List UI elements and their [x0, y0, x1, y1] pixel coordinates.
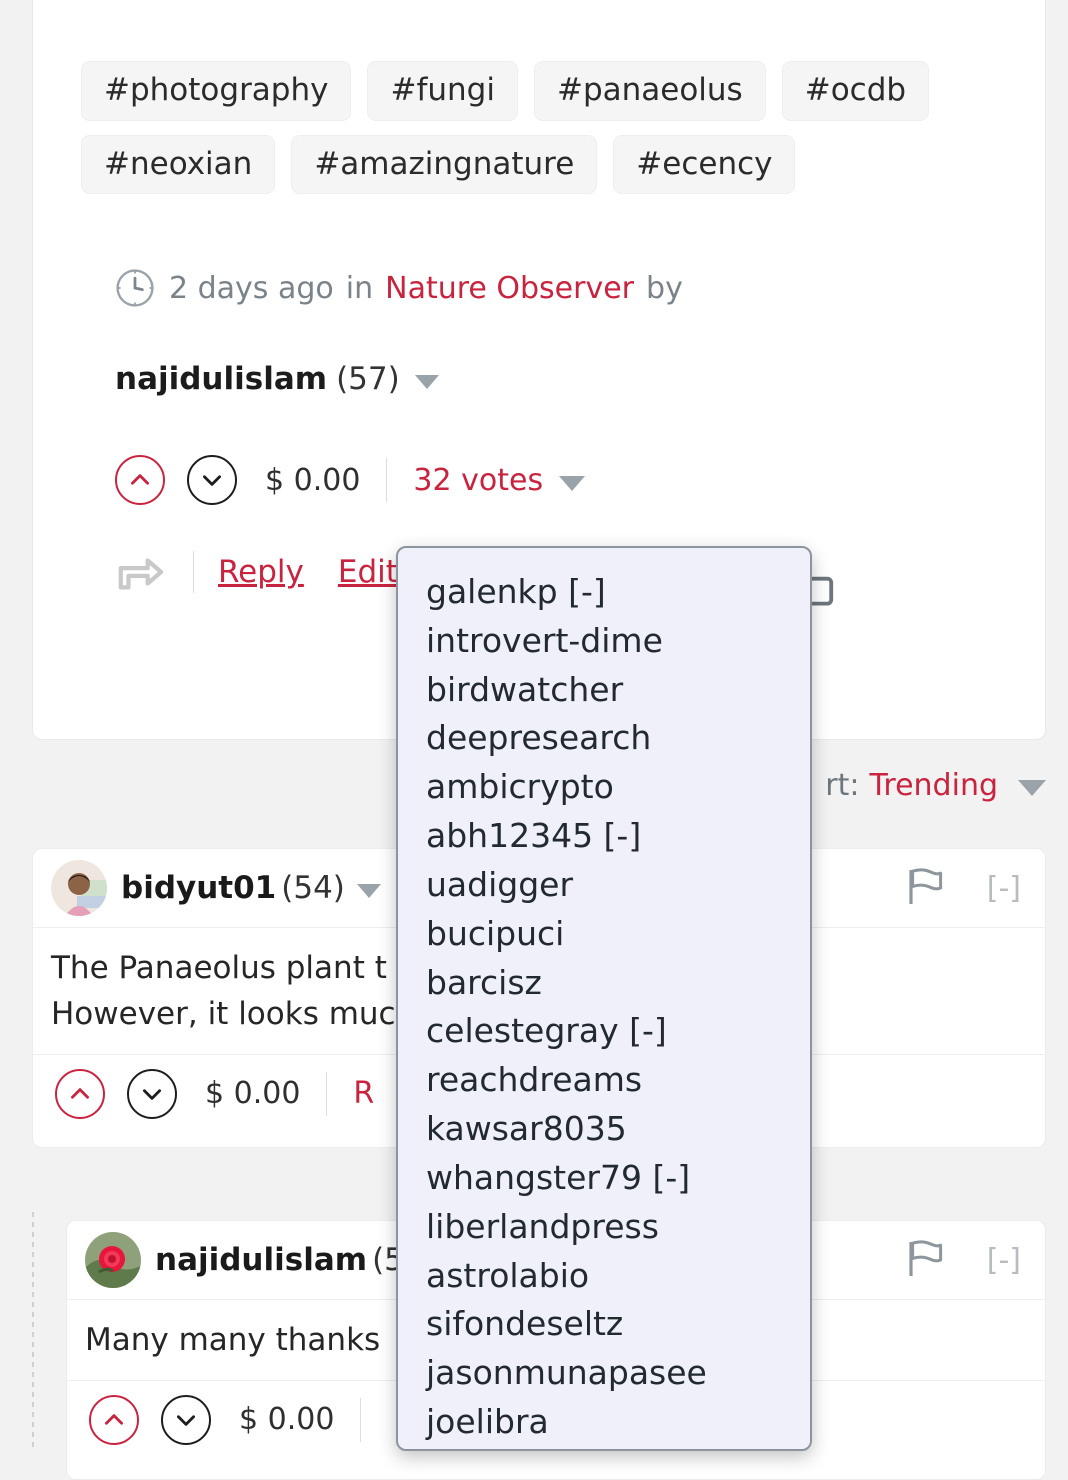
voter-item[interactable]: priyanarc — [426, 1447, 810, 1449]
sort-label: rt: — [825, 768, 860, 803]
voter-item[interactable]: celestegray [-] — [426, 1007, 810, 1056]
author-name[interactable]: najidulislam — [115, 361, 327, 397]
clock-icon — [113, 266, 157, 310]
avatar-najidulislam[interactable] — [85, 1232, 141, 1288]
chevron-down-icon[interactable] — [356, 884, 381, 898]
voter-item[interactable]: reachdreams — [426, 1056, 810, 1105]
voter-item[interactable]: joelibra — [426, 1398, 810, 1447]
flag-icon[interactable] — [907, 866, 943, 910]
collapse-toggle[interactable]: [-] — [987, 871, 1021, 906]
voter-item[interactable]: kawsar8035 — [426, 1105, 810, 1154]
downvote-button[interactable] — [187, 455, 237, 505]
voter-item[interactable]: deepresearch — [426, 714, 810, 763]
community-link[interactable]: Nature Observer — [385, 271, 634, 306]
comment-author-reputation: (54) — [281, 870, 345, 906]
tag-chip[interactable]: #fungi — [367, 61, 518, 121]
upvote-button[interactable] — [115, 455, 165, 505]
downvote-button[interactable] — [161, 1394, 211, 1445]
voter-item[interactable]: bucipuci — [426, 910, 810, 959]
upvote-button[interactable] — [55, 1068, 105, 1119]
tag-chip[interactable]: #photography — [81, 61, 352, 121]
voter-item[interactable]: abh12345 [-] — [426, 812, 810, 861]
downvote-button[interactable] — [127, 1068, 177, 1119]
reply-button[interactable]: Reply — [218, 554, 304, 590]
collapse-toggle[interactable]: [-] — [987, 1243, 1021, 1278]
voter-item[interactable]: whangster79 [-] — [426, 1154, 810, 1203]
tag-chip[interactable]: #amazingnature — [291, 134, 598, 195]
votes-chevron-down-icon[interactable] — [559, 475, 586, 491]
avatar-bidyut01[interactable] — [51, 860, 107, 916]
comment-header-actions: [-] — [907, 1238, 1021, 1282]
voter-item[interactable]: ambicrypto — [426, 763, 810, 812]
flag-icon[interactable] — [907, 1238, 943, 1282]
sort-value[interactable]: Trending — [870, 768, 999, 803]
comment-header-actions: [-] — [907, 866, 1021, 910]
sort-control[interactable]: rt: Trending — [825, 768, 1046, 803]
post-page: #photography #fungi #panaeolus #ocdb #ne… — [0, 0, 1068, 1480]
share-icon[interactable] — [115, 552, 165, 592]
sort-chevron-down-icon[interactable] — [1018, 779, 1046, 796]
divider — [193, 551, 194, 593]
voter-item[interactable]: uadigger — [426, 861, 810, 910]
post-action-row: Reply Edit — [115, 551, 432, 593]
chevron-down-icon[interactable] — [414, 374, 439, 389]
voter-item[interactable]: astrolabio — [426, 1252, 810, 1301]
comment-reply-button[interactable]: R — [353, 1076, 374, 1111]
voter-item[interactable]: barcisz — [426, 959, 810, 1008]
author-reputation: (57) — [336, 361, 400, 397]
comment-payout[interactable]: $ 0.00 — [205, 1076, 300, 1111]
comment-text-line2: However, it looks muc — [51, 995, 396, 1032]
post-vote-row: $ 0.00 32 votes — [115, 455, 586, 505]
votes-count-link[interactable]: 32 votes — [413, 463, 543, 498]
voter-item[interactable]: jasonmunapasee — [426, 1349, 810, 1398]
voter-item[interactable]: sifondeseltz — [426, 1300, 810, 1349]
voter-item[interactable]: liberlandpress — [426, 1203, 810, 1252]
tag-list: #photography #fungi #panaeolus #ocdb #ne… — [81, 61, 981, 195]
post-meta: 2 days ago in Nature Observer by — [113, 266, 683, 310]
voter-item[interactable]: introvert-dime — [426, 617, 810, 666]
upvote-button[interactable] — [89, 1394, 139, 1445]
divider — [386, 458, 388, 502]
tag-chip[interactable]: #panaeolus — [533, 61, 766, 121]
meta-by-word: by — [646, 270, 683, 306]
voters-dropdown[interactable]: galenkp [-] introvert-dime birdwatcher d… — [396, 546, 812, 1451]
post-time: 2 days ago — [169, 270, 334, 306]
meta-in-word: in — [345, 270, 374, 306]
comment-author-name[interactable]: bidyut01 — [121, 870, 276, 906]
divider — [360, 1397, 362, 1442]
tag-chip[interactable]: #neoxian — [81, 134, 276, 195]
tag-chip[interactable]: #ocdb — [781, 61, 930, 121]
tag-chip[interactable]: #ecency — [613, 134, 796, 195]
comment-text-left: The Panaeolus plant t — [51, 950, 387, 986]
voter-item[interactable]: birdwatcher — [426, 666, 810, 715]
divider — [326, 1071, 328, 1116]
edit-button[interactable]: Edit — [338, 554, 398, 590]
post-payout[interactable]: $ 0.00 — [265, 463, 360, 498]
thread-line — [32, 1212, 34, 1447]
voter-item[interactable]: galenkp [-] — [426, 568, 810, 617]
post-author[interactable]: najidulislam (57) — [115, 361, 439, 397]
comment-payout[interactable]: $ 0.00 — [239, 1402, 334, 1437]
comment-author-name[interactable]: najidulislam — [155, 1242, 367, 1278]
